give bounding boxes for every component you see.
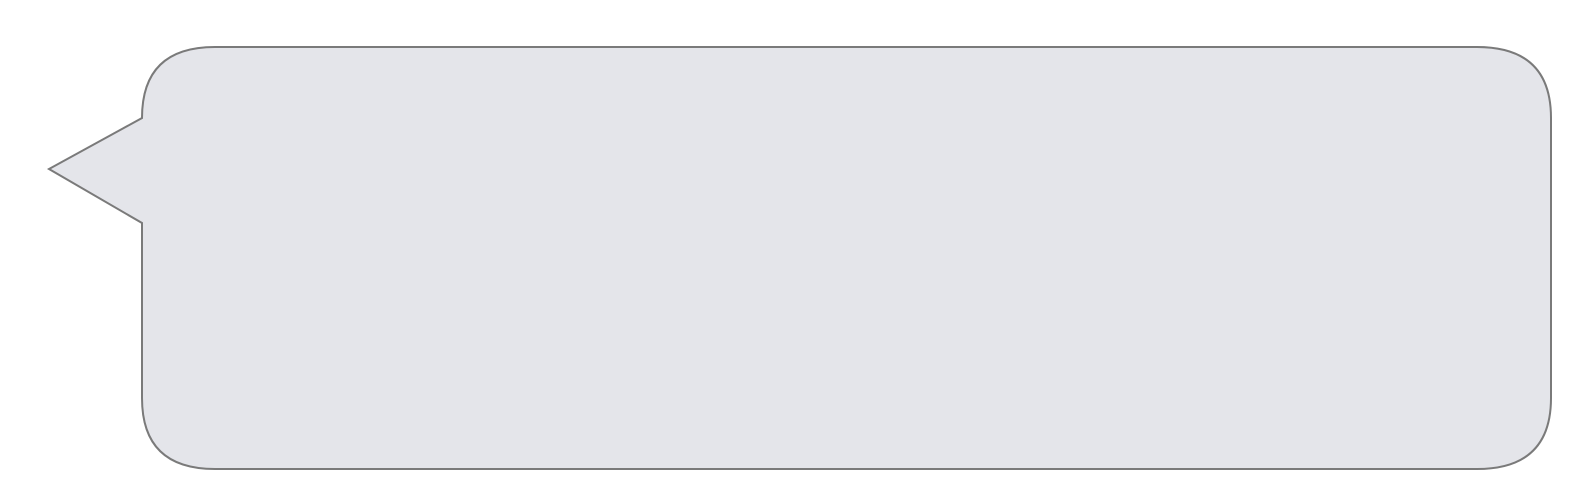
callout-text [160, 70, 1530, 450]
canvas [0, 0, 1571, 492]
